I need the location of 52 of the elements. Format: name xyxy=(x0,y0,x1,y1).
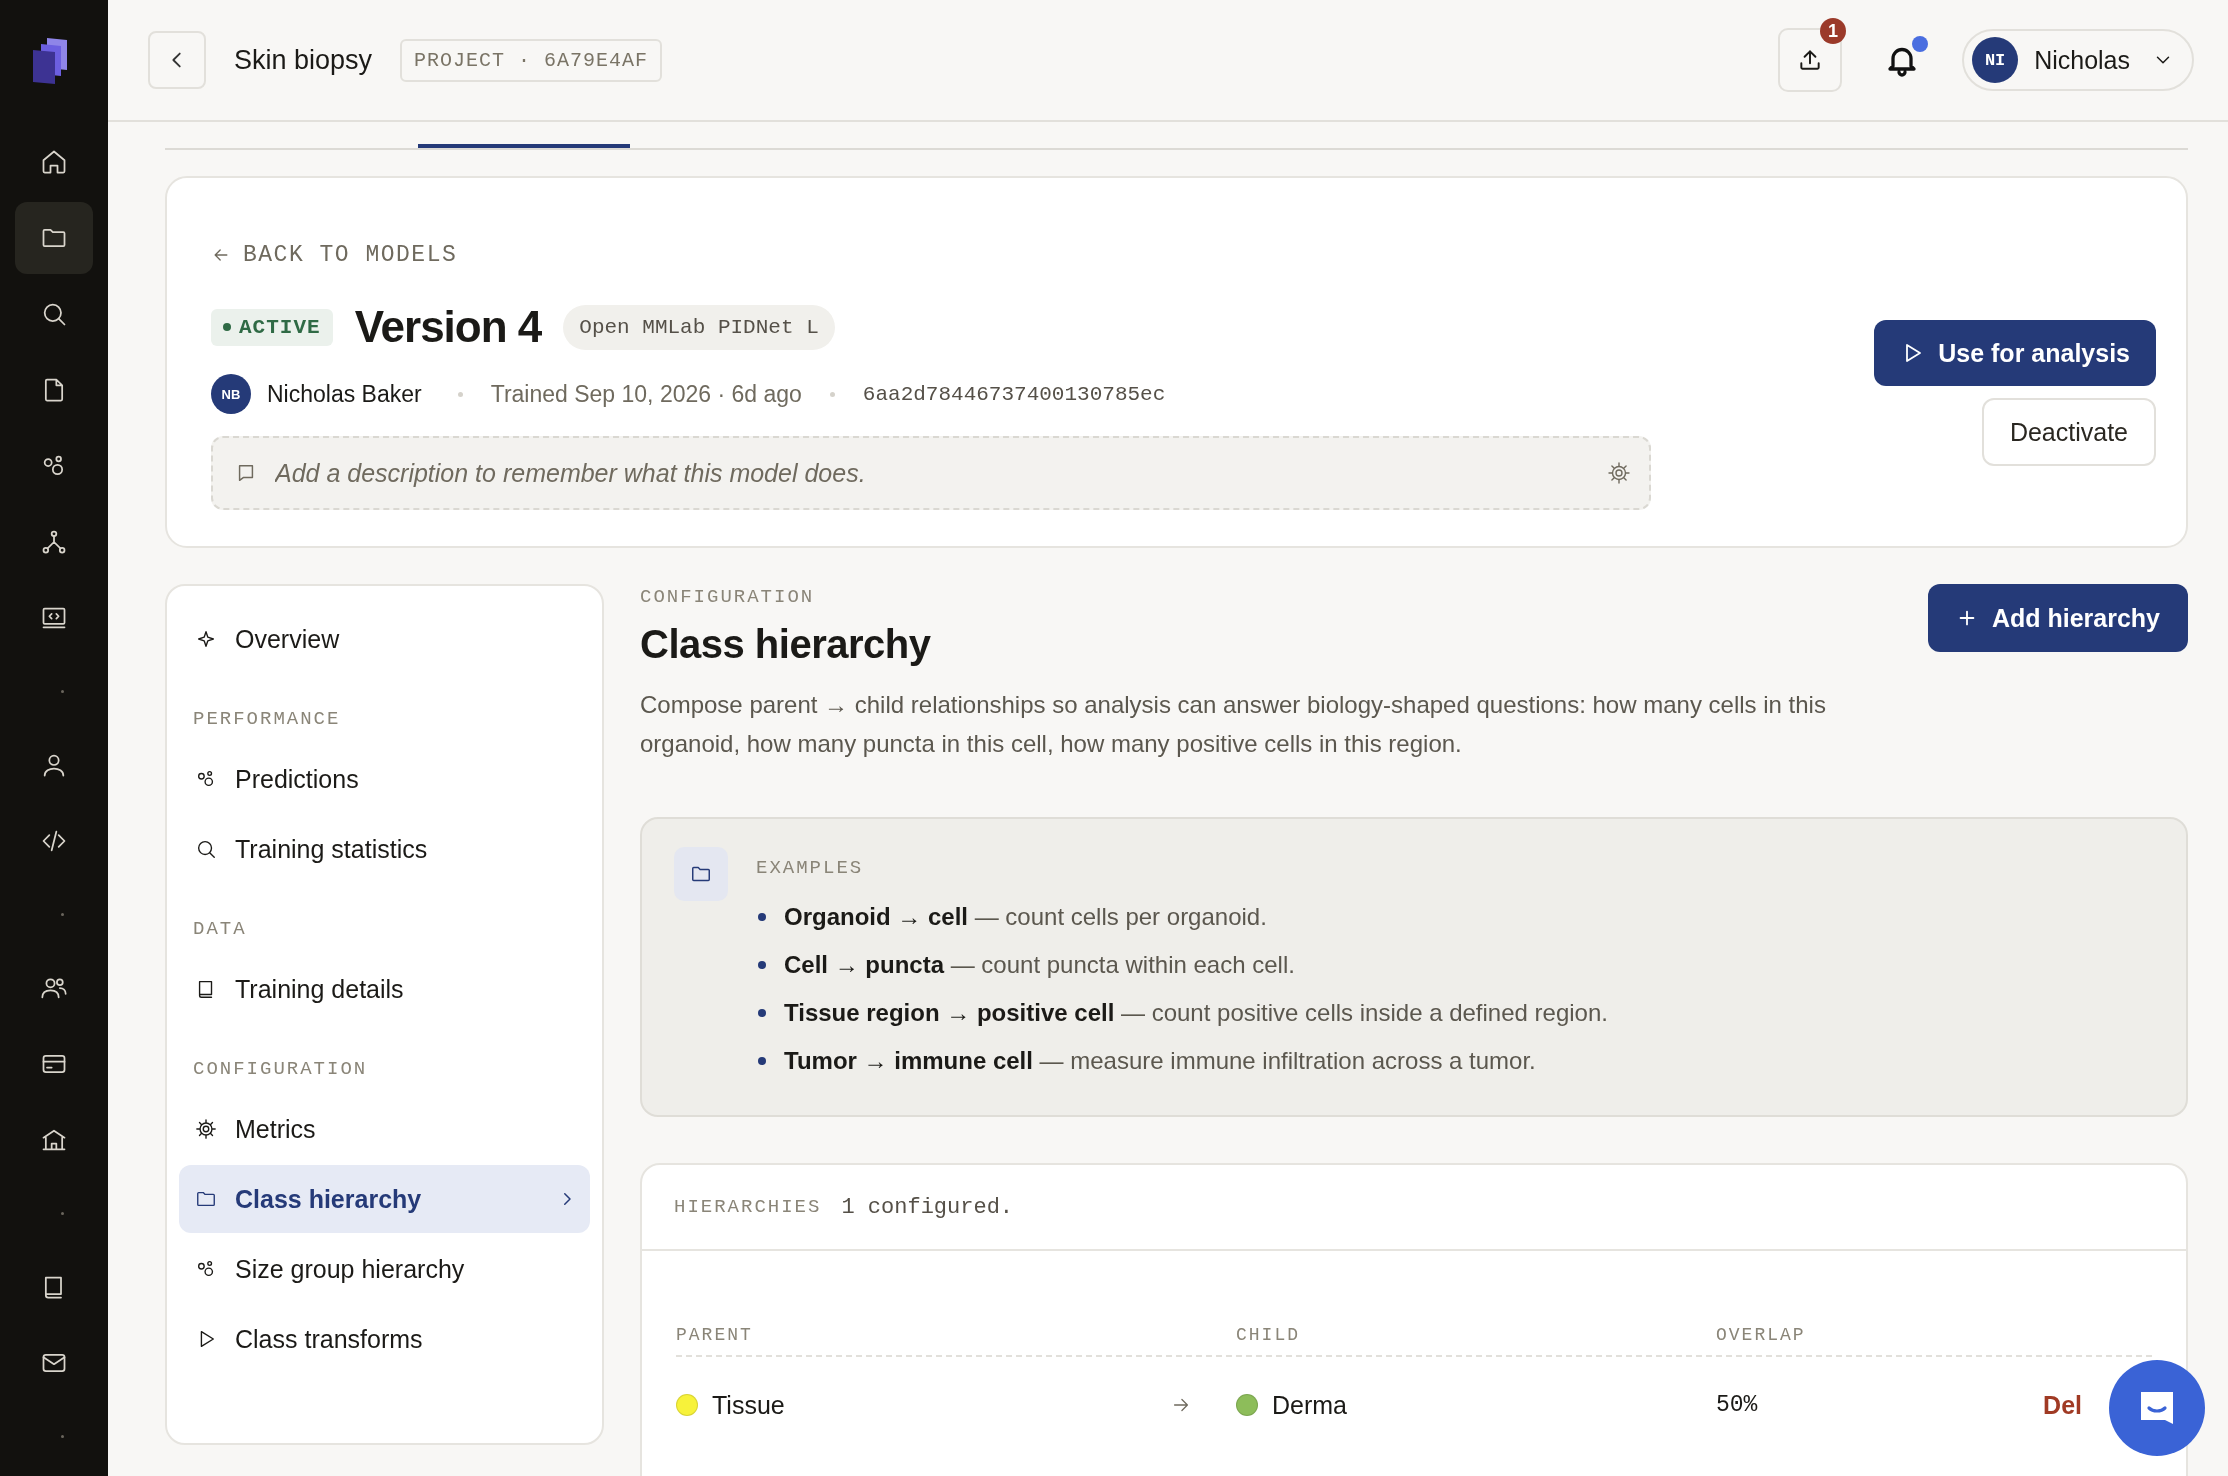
count-badge: 1 xyxy=(1820,18,1847,44)
delete-link[interactable]: Del xyxy=(2043,1390,2082,1420)
project-tag: PROJECT · 6A79E4AF xyxy=(400,38,663,82)
parent-class: Tissue xyxy=(712,1390,785,1420)
hierarchies-count: 1 configured. xyxy=(841,1194,1014,1220)
status-badge: ACTIVE xyxy=(211,308,333,346)
child-class: Derma xyxy=(1272,1390,1347,1420)
example-item: Organoid → cell — count cells per organoid. xyxy=(756,893,1608,941)
example-item: Tissue region → positive cell — count positive cells inside a defined region. xyxy=(756,989,1608,1037)
nav-item[interactable]: Class hierarchy xyxy=(179,1165,590,1233)
nav-item[interactable]: Predictions xyxy=(179,745,590,813)
author-avatar: NB xyxy=(211,374,251,414)
add-hierarchy-button[interactable]: Add hierarchy xyxy=(1927,584,2188,652)
section-description: Compose parent → child relationships so analysis can answer biology-shaped questions: how many cells in this organoid, how many puncta in this cell, how many positive cells in this region. xyxy=(640,690,1827,759)
settings-icon xyxy=(1607,461,1631,485)
section-heading: PERFORMANCE xyxy=(192,707,342,732)
column-header: OVERLAP xyxy=(1716,1325,1807,1345)
search-icon xyxy=(195,838,217,860)
section-heading: DATA xyxy=(192,917,248,942)
example-item: Tumor → immune cell — measure immune infiltration across a tumor. xyxy=(756,1037,1608,1085)
column-header: CHILD xyxy=(1236,1325,1301,1345)
examples-label: EXAMPLES xyxy=(756,857,865,879)
nav-item[interactable]: Size group hierarchy xyxy=(179,1235,590,1303)
nav-item[interactable]: Metrics xyxy=(179,1095,590,1163)
home-icon xyxy=(40,148,68,176)
overlap-value: 50% xyxy=(1716,1392,1759,1418)
back-link[interactable]: BACK TO MODELS xyxy=(211,242,458,268)
sparkle-icon xyxy=(195,628,217,650)
author-name: Nicholas Baker xyxy=(267,380,422,408)
example-item: Cell → puncta — count puncta within each cell. xyxy=(756,941,1608,989)
user-name: Nicholas xyxy=(2034,45,2130,75)
gear-icon xyxy=(195,1118,217,1140)
trained-date: Trained Sep 10, 2026 · 6d ago xyxy=(490,380,802,408)
sidebar-item[interactable] xyxy=(15,202,93,274)
network-icon xyxy=(40,528,68,556)
hierarchies-label: HIERARCHIES xyxy=(674,1196,822,1218)
nav-item[interactable]: Training statistics xyxy=(179,815,590,883)
section-heading: CONFIGURATION xyxy=(192,1057,369,1082)
user-avatar: NI xyxy=(1972,37,2019,83)
section-eyebrow: CONFIGURATION xyxy=(640,586,816,608)
project-title: Skin biopsy xyxy=(234,44,373,76)
use-for-analysis-button[interactable]: Use for analysis xyxy=(1874,320,2156,386)
architecture-tag: Open MMLab PIDNet L xyxy=(563,304,835,350)
column-header: PARENT xyxy=(676,1325,754,1345)
model-title: Version 4 xyxy=(354,302,542,352)
nav-item[interactable]: Training details xyxy=(179,955,590,1023)
nav-item[interactable]: Class transforms xyxy=(179,1305,590,1373)
deactivate-button[interactable]: Deactivate xyxy=(1981,398,2156,466)
model-hash: 6aa2d78446737400130785ec xyxy=(862,382,1166,406)
nav-item[interactable]: Overview xyxy=(179,605,590,673)
section-title: Class hierarchy xyxy=(640,622,932,667)
user-menu[interactable]: NI Nicholas xyxy=(1962,29,2194,91)
